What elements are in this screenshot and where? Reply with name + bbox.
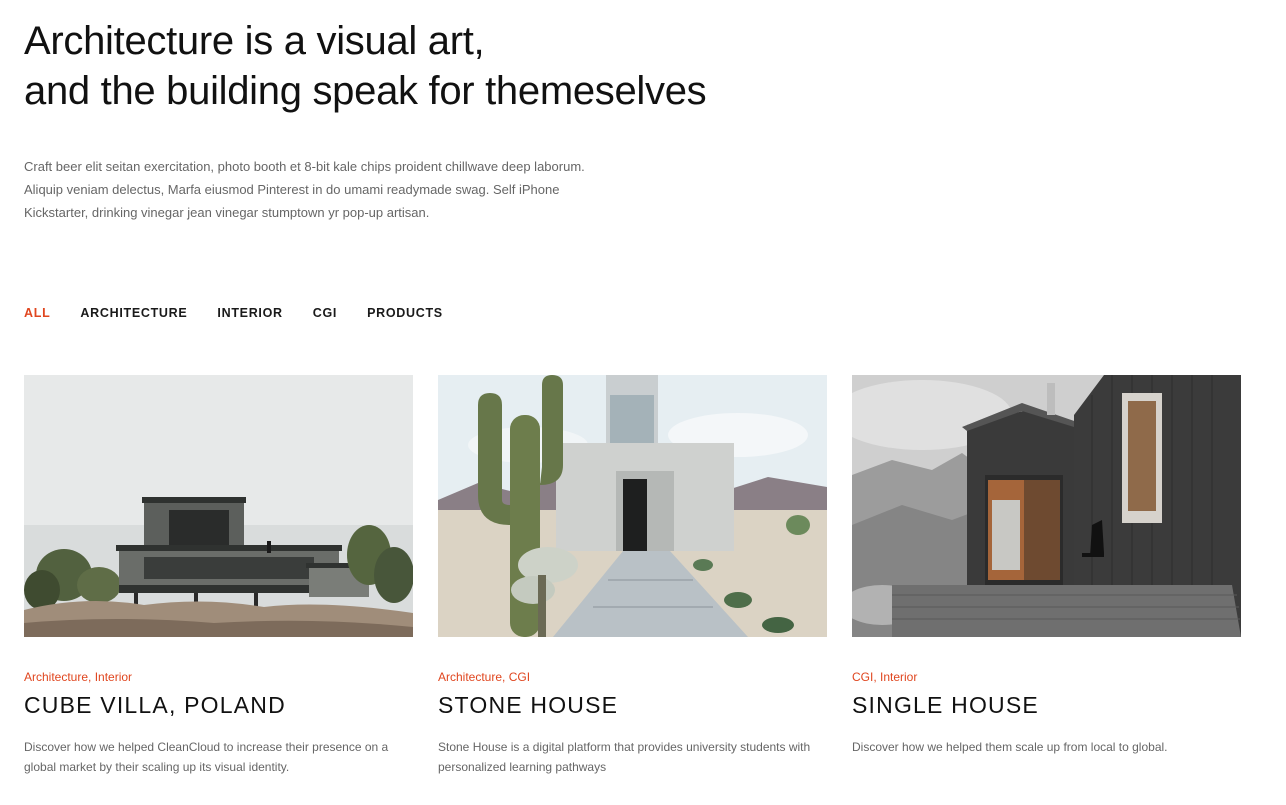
filter-tab-cgi[interactable]: CGI bbox=[313, 306, 337, 320]
hero-intro-text: Craft beer elit seitan exercitation, pho… bbox=[24, 155, 644, 224]
filter-tab-interior[interactable]: INTERIOR bbox=[217, 306, 282, 320]
project-card: Architecture, CGI STONE HOUSE Stone Hous… bbox=[438, 375, 827, 777]
filter-tab-products[interactable]: PRODUCTS bbox=[367, 306, 443, 320]
project-description: Stone House is a digital platform that p… bbox=[438, 740, 811, 774]
project-title[interactable]: STONE HOUSE bbox=[438, 692, 827, 719]
project-categories[interactable]: Architecture, CGI bbox=[438, 670, 827, 684]
project-card: Architecture, Interior CUBE VILLA, POLAN… bbox=[24, 375, 413, 777]
cube-villa-photo bbox=[24, 375, 413, 637]
hero-title-line-1: Architecture is a visual art, bbox=[24, 19, 485, 63]
project-description: Discover how we helped CleanCloud to inc… bbox=[24, 740, 389, 774]
intro-line-3: Kickstarter, drinking vinegar jean vineg… bbox=[24, 205, 430, 220]
hero-title: Architecture is a visual art, and the bu… bbox=[24, 16, 844, 116]
stone-house-photo bbox=[438, 375, 827, 637]
portfolio-page: Architecture is a visual art, and the bu… bbox=[0, 0, 1286, 805]
project-title[interactable]: CUBE VILLA, POLAND bbox=[24, 692, 413, 719]
project-image-single-house[interactable] bbox=[852, 375, 1241, 637]
project-card: CGI, Interior SINGLE HOUSE Discover how … bbox=[852, 375, 1241, 777]
project-grid: Architecture, Interior CUBE VILLA, POLAN… bbox=[24, 375, 1241, 777]
portfolio-filter-tabs: ALL ARCHITECTURE INTERIOR CGI PRODUCTS bbox=[24, 306, 443, 320]
project-description: Discover how we helped them scale up fro… bbox=[852, 740, 1168, 754]
project-title[interactable]: SINGLE HOUSE bbox=[852, 692, 1241, 719]
project-categories[interactable]: CGI, Interior bbox=[852, 670, 1241, 684]
project-image-stone-house[interactable] bbox=[438, 375, 827, 637]
intro-line-1: Craft beer elit seitan exercitation, pho… bbox=[24, 159, 585, 174]
project-image-cube-villa[interactable] bbox=[24, 375, 413, 637]
single-house-photo bbox=[852, 375, 1241, 637]
project-categories[interactable]: Architecture, Interior bbox=[24, 670, 413, 684]
hero-title-line-2: and the building speak for themeselves bbox=[24, 69, 707, 113]
filter-tab-all[interactable]: ALL bbox=[24, 306, 50, 320]
intro-line-2: Aliquip veniam delectus, Marfa eiusmod P… bbox=[24, 182, 560, 197]
filter-tab-architecture[interactable]: ARCHITECTURE bbox=[80, 306, 187, 320]
